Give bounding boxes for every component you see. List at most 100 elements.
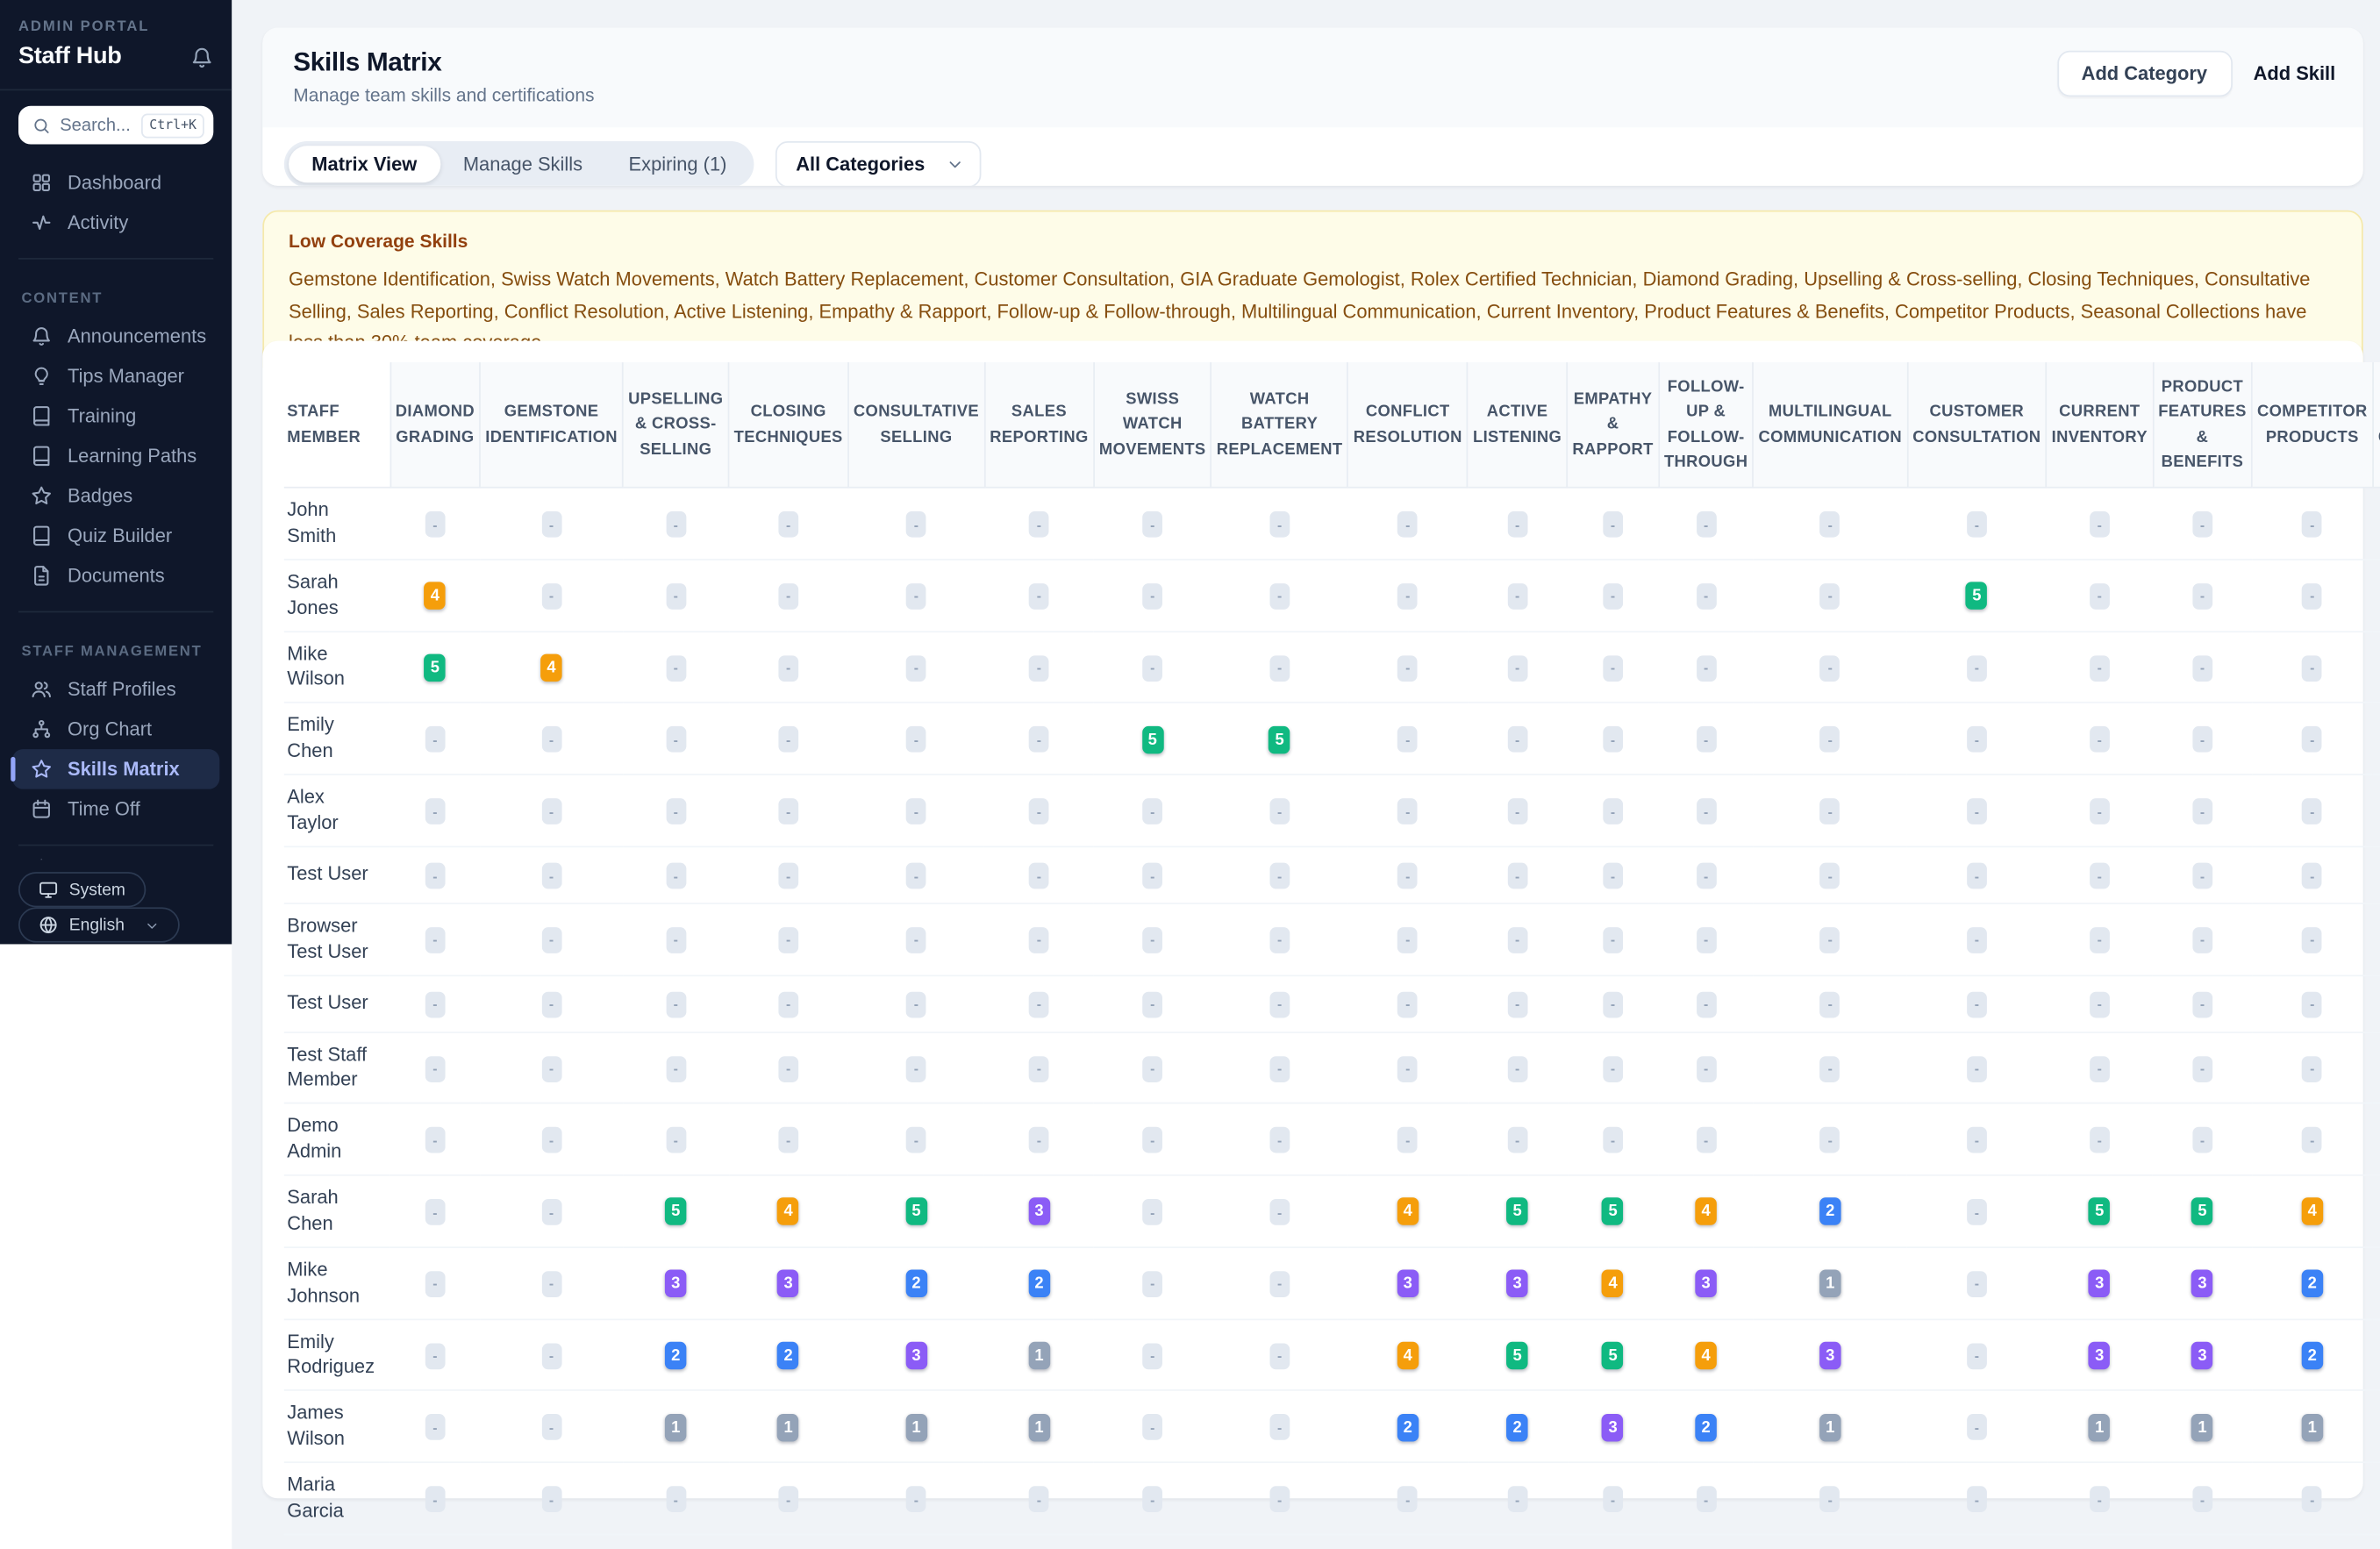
skill-level-cell[interactable]: - <box>1142 654 1163 682</box>
skill-level-cell[interactable]: - <box>541 927 561 953</box>
skill-level-cell[interactable]: - <box>425 991 446 1018</box>
skill-level-cell[interactable]: - <box>1142 1271 1163 1297</box>
skill-level-cell[interactable]: 3 <box>1028 1197 1050 1226</box>
skill-level-cell[interactable]: - <box>1696 1127 1717 1154</box>
skill-level-cell[interactable]: - <box>1507 1055 1527 1082</box>
skill-level-cell[interactable]: - <box>1142 1486 1163 1513</box>
skill-level-cell[interactable]: - <box>778 1127 799 1154</box>
skill-level-cell[interactable]: - <box>1142 1127 1163 1154</box>
skill-level-cell[interactable]: - <box>1142 862 1163 889</box>
skill-level-cell[interactable]: 1 <box>1819 1413 1841 1441</box>
skill-level-cell[interactable]: 1 <box>1028 1341 1050 1370</box>
skill-level-cell[interactable]: - <box>1029 654 1049 682</box>
skill-level-cell[interactable]: - <box>906 798 926 825</box>
skill-level-cell[interactable]: 5 <box>1269 725 1290 753</box>
skill-level-cell[interactable]: - <box>1819 927 1840 953</box>
skill-level-cell[interactable]: - <box>1966 862 1987 889</box>
skill-level-cell[interactable]: - <box>906 862 926 889</box>
skill-level-cell[interactable]: 5 <box>424 653 447 682</box>
skill-level-cell[interactable]: - <box>1966 1342 1987 1369</box>
skill-level-cell[interactable]: - <box>1269 1342 1290 1369</box>
skill-level-cell[interactable]: - <box>541 583 561 610</box>
skill-level-cell[interactable]: - <box>541 1127 561 1154</box>
skill-level-cell[interactable]: 1 <box>1028 1413 1050 1441</box>
skill-level-cell[interactable]: - <box>1966 654 1987 682</box>
skill-level-cell[interactable]: - <box>2089 511 2110 538</box>
sidebar-item-skills-matrix[interactable]: Skills Matrix <box>11 749 220 789</box>
skill-level-cell[interactable]: 3 <box>1506 1269 1528 1298</box>
skill-level-cell[interactable]: - <box>1603 511 1623 538</box>
skill-level-cell[interactable]: - <box>1819 583 1840 610</box>
skill-level-cell[interactable]: 2 <box>1695 1413 1717 1441</box>
sidebar-item-documents[interactable]: Documents <box>12 556 219 596</box>
skill-level-cell[interactable]: 3 <box>2089 1269 2111 1298</box>
skill-level-cell[interactable]: 4 <box>1397 1197 1419 1226</box>
skill-level-cell[interactable]: - <box>906 726 926 753</box>
skill-level-cell[interactable]: - <box>1507 927 1527 953</box>
skill-level-cell[interactable]: - <box>2089 1127 2110 1154</box>
skill-level-cell[interactable]: - <box>1696 511 1717 538</box>
skill-level-cell[interactable]: - <box>778 1055 799 1082</box>
skill-level-cell[interactable]: - <box>1029 927 1049 953</box>
skill-level-cell[interactable]: - <box>1142 1414 1163 1441</box>
sidebar-item-dashboard[interactable]: Dashboard <box>12 163 219 203</box>
skill-level-cell[interactable]: - <box>2089 1055 2110 1082</box>
skill-level-cell[interactable]: - <box>1966 511 1987 538</box>
skill-level-cell[interactable]: - <box>541 726 561 753</box>
skill-level-cell[interactable]: - <box>1397 1486 1419 1513</box>
sidebar-item-tips-manager[interactable]: Tips Manager <box>12 356 219 396</box>
skill-level-cell[interactable]: - <box>425 1199 446 1226</box>
skill-level-cell[interactable]: - <box>2192 798 2212 825</box>
skill-level-cell[interactable]: - <box>665 798 686 825</box>
skill-level-cell[interactable]: 1 <box>905 1413 927 1441</box>
skill-level-cell[interactable]: - <box>425 1414 446 1441</box>
skill-level-cell[interactable]: - <box>1696 654 1717 682</box>
skill-level-cell[interactable]: 3 <box>1397 1269 1419 1298</box>
skill-level-cell[interactable]: - <box>1819 862 1840 889</box>
skill-level-cell[interactable]: - <box>906 1055 926 1082</box>
skill-level-cell[interactable]: - <box>665 1055 686 1082</box>
skill-level-cell[interactable]: 2 <box>2301 1341 2324 1370</box>
skill-level-cell[interactable]: 5 <box>1506 1341 1528 1370</box>
skill-level-cell[interactable]: - <box>2089 862 2110 889</box>
skill-level-cell[interactable]: - <box>1397 726 1419 753</box>
skill-level-cell[interactable]: - <box>1966 726 1987 753</box>
skill-level-cell[interactable]: 5 <box>905 1197 927 1226</box>
skill-level-cell[interactable]: - <box>541 1486 561 1513</box>
skill-level-cell[interactable]: - <box>906 511 926 538</box>
skill-level-cell[interactable]: - <box>1696 862 1717 889</box>
skill-level-cell[interactable]: - <box>1603 654 1623 682</box>
skill-level-cell[interactable]: - <box>2302 991 2323 1018</box>
skill-level-cell[interactable]: - <box>1603 726 1623 753</box>
skill-level-cell[interactable]: - <box>541 798 561 825</box>
skill-level-cell[interactable]: - <box>1269 1199 1290 1226</box>
skill-level-cell[interactable]: - <box>425 511 446 538</box>
skill-level-cell[interactable]: - <box>1696 991 1717 1018</box>
skill-level-cell[interactable]: - <box>2089 583 2110 610</box>
skill-level-cell[interactable]: - <box>1603 1055 1623 1082</box>
skill-level-cell[interactable]: - <box>1696 1055 1717 1082</box>
skill-level-cell[interactable]: - <box>1142 991 1163 1018</box>
skill-level-cell[interactable]: 4 <box>540 653 562 682</box>
skill-level-cell[interactable]: - <box>1603 798 1623 825</box>
skill-level-cell[interactable]: 5 <box>1506 1197 1528 1226</box>
skill-level-cell[interactable]: - <box>1507 1486 1527 1513</box>
skill-level-cell[interactable]: - <box>2302 927 2323 953</box>
skill-level-cell[interactable]: - <box>1696 798 1717 825</box>
skill-level-cell[interactable]: - <box>1269 1271 1290 1297</box>
skill-level-cell[interactable]: 4 <box>2301 1197 2324 1226</box>
skill-level-cell[interactable]: - <box>1966 1055 1987 1082</box>
skill-level-cell[interactable]: - <box>2192 927 2212 953</box>
skill-level-cell[interactable]: - <box>1507 511 1527 538</box>
sidebar-item-badges[interactable]: Badges <box>12 476 219 517</box>
skill-level-cell[interactable]: - <box>2192 1055 2212 1082</box>
skill-level-cell[interactable]: - <box>2192 511 2212 538</box>
skill-level-cell[interactable]: - <box>1819 511 1840 538</box>
skill-level-cell[interactable]: - <box>1696 583 1717 610</box>
skill-level-cell[interactable]: - <box>1966 1199 1987 1226</box>
skill-level-cell[interactable]: 3 <box>2191 1269 2213 1298</box>
skill-level-cell[interactable]: 1 <box>777 1413 799 1441</box>
skill-level-cell[interactable]: - <box>1603 1486 1623 1513</box>
sidebar-item-org-chart[interactable]: Org Chart <box>12 710 219 750</box>
skill-level-cell[interactable]: - <box>1696 1486 1717 1513</box>
